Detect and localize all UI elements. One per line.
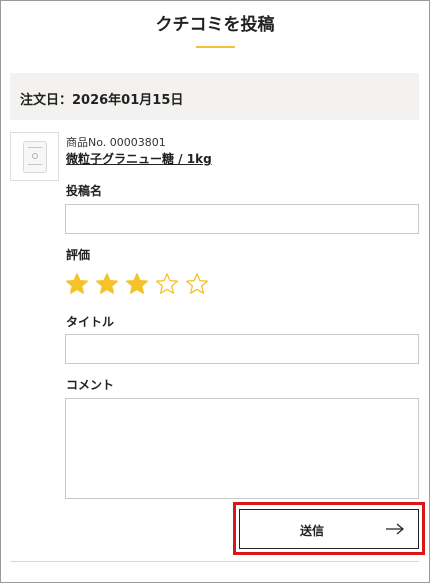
post-name-label: 投稿名 (66, 184, 103, 198)
review-title-label: タイトル (66, 315, 115, 329)
star-filled-icon[interactable] (65, 272, 89, 296)
submit-highlight-box (233, 502, 425, 555)
title-underline (196, 46, 235, 48)
product-name-link[interactable]: 微粒子グラニュー糖 / 1kg (66, 150, 212, 167)
sugar-bag-icon (23, 141, 47, 173)
star-filled-icon[interactable] (95, 272, 119, 296)
comment-label: コメント (66, 378, 115, 392)
star-rating[interactable] (65, 272, 209, 296)
post-name-input[interactable] (65, 204, 419, 234)
star-empty-icon[interactable] (185, 272, 209, 296)
review-title-input[interactable] (65, 334, 419, 364)
page-title: クチコミを投稿 (155, 15, 275, 35)
comment-textarea[interactable] (65, 398, 419, 499)
bag-seam (28, 164, 42, 165)
product-thumbnail (10, 132, 59, 181)
star-empty-icon[interactable] (155, 272, 179, 296)
bottom-divider (10, 561, 419, 562)
bag-label-mark (32, 153, 38, 159)
rating-label: 評価 (66, 248, 91, 262)
order-date: 注文日：2026年01月15日 (20, 93, 184, 108)
star-filled-icon[interactable] (125, 272, 149, 296)
bag-seam (28, 147, 42, 148)
product-number: 商品No. 00003801 (66, 136, 166, 149)
